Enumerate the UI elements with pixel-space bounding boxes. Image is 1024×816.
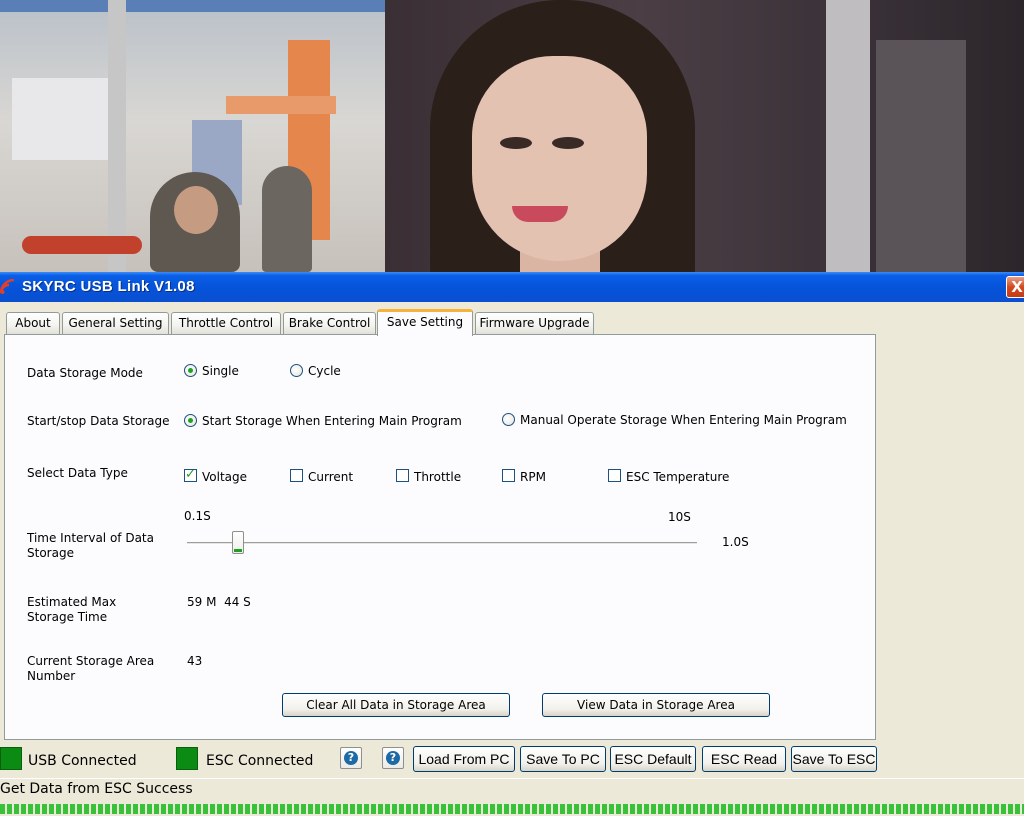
- storage-mode-label: Data Storage Mode: [27, 366, 143, 380]
- interval-slider-track[interactable]: [187, 542, 697, 545]
- question-icon: ?: [386, 751, 400, 765]
- radio-start-storage[interactable]: [184, 414, 197, 427]
- radio-manual-storage[interactable]: [502, 413, 515, 426]
- progress-bar: [0, 804, 1024, 814]
- radio-manual-storage-label: Manual Operate Storage When Entering Mai…: [520, 413, 847, 427]
- status-message: Get Data from ESC Success: [0, 781, 193, 797]
- radio-cycle-label: Cycle: [308, 364, 341, 378]
- checkbox-current-label: Current: [308, 470, 354, 484]
- data-type-label: Select Data Type: [27, 466, 128, 480]
- clear-storage-button[interactable]: Clear All Data in Storage Area: [282, 693, 510, 717]
- radio-start-storage-label: Start Storage When Entering Main Program: [202, 414, 462, 428]
- help-button-1[interactable]: ?: [340, 747, 362, 769]
- tab-firmware-upgrade[interactable]: Firmware Upgrade: [475, 312, 594, 334]
- tab-about[interactable]: About: [6, 312, 60, 334]
- interval-value: 1.0S: [722, 535, 749, 549]
- esc-status-label: ESC Connected: [206, 753, 314, 769]
- checkbox-rpm-label: RPM: [520, 470, 546, 484]
- interval-min-label: 0.1S: [184, 509, 211, 523]
- esc-default-button[interactable]: ESC Default: [610, 746, 696, 772]
- checkbox-esc-temperature-label: ESC Temperature: [626, 470, 730, 484]
- checkbox-voltage-label: Voltage: [202, 470, 248, 484]
- tab-general-setting[interactable]: General Setting: [62, 312, 169, 334]
- tab-brake-control[interactable]: Brake Control: [283, 312, 376, 334]
- checkbox-throttle-label: Throttle: [414, 470, 462, 484]
- usb-status-label: USB Connected: [28, 753, 137, 769]
- interval-max-label: 10S: [668, 510, 691, 524]
- tab-throttle-control[interactable]: Throttle Control: [171, 312, 281, 334]
- max-time-label: Estimated Max Storage Time: [27, 595, 117, 624]
- question-icon: ?: [344, 751, 358, 765]
- save-to-pc-button[interactable]: Save To PC: [520, 746, 606, 772]
- load-from-pc-button[interactable]: Load From PC: [413, 746, 515, 772]
- save-to-esc-button[interactable]: Save To ESC: [791, 746, 877, 772]
- view-storage-button[interactable]: View Data in Storage Area: [542, 693, 770, 717]
- status-bar: Get Data from ESC Success: [0, 778, 1024, 801]
- usb-status-led: [0, 747, 22, 770]
- checkbox-voltage[interactable]: [184, 467, 197, 482]
- window-title: SKYRC USB Link V1.08: [22, 278, 195, 295]
- window-titlebar[interactable]: SKYRC USB Link V1.08 X: [0, 272, 1024, 302]
- tab-save-setting[interactable]: Save Setting: [377, 309, 473, 336]
- radio-single-label: Single: [202, 364, 239, 378]
- start-stop-label: Start/stop Data Storage: [27, 414, 170, 428]
- background-photo: [0, 0, 1024, 272]
- interval-slider-thumb[interactable]: [232, 531, 244, 554]
- max-time-value: 59 M 44 S: [187, 595, 251, 609]
- esc-status-led: [176, 747, 198, 770]
- radio-single[interactable]: [184, 364, 197, 377]
- help-button-2[interactable]: ?: [382, 747, 404, 769]
- checkbox-rpm[interactable]: [502, 469, 515, 482]
- interval-label: Time Interval of Data Storage: [27, 531, 154, 560]
- area-number-value: 43: [187, 654, 203, 668]
- close-button[interactable]: X: [1006, 276, 1024, 298]
- radio-cycle[interactable]: [290, 364, 303, 377]
- checkbox-throttle[interactable]: [396, 469, 409, 482]
- signal-icon: [0, 279, 15, 294]
- checkbox-current[interactable]: [290, 469, 303, 482]
- esc-read-button[interactable]: ESC Read: [702, 746, 786, 772]
- checkbox-esc-temperature[interactable]: [608, 469, 621, 482]
- area-number-label: Current Storage Area Number: [27, 654, 155, 683]
